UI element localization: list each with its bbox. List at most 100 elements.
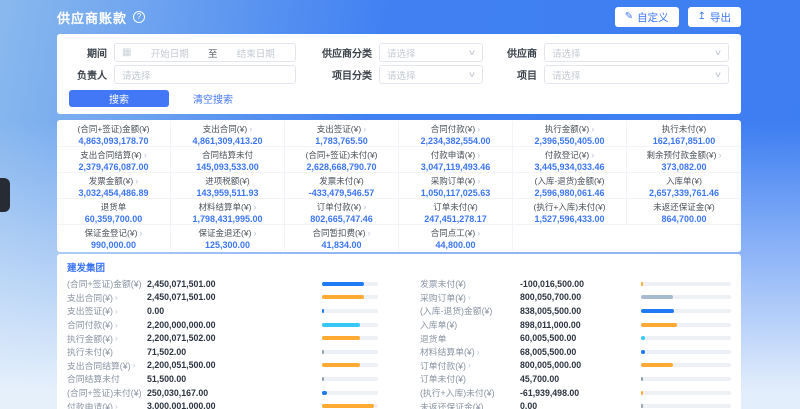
detail-row[interactable]: 支出合同(¥)› 2,450,071,501.00 [67,291,378,305]
progress-bar-fill [641,363,673,367]
supplier-category-select[interactable]: 请选择 ∨ [379,43,483,62]
end-date-placeholder[interactable]: 结束日期 [223,46,288,60]
metric-card[interactable]: 退货单› 60,359,700.00 [57,199,171,225]
metric-card[interactable]: 付款登记(¥)› 3,445,934,033.46 [513,147,627,173]
detail-row[interactable]: 付款申请(¥)› 3,000,001,000.00 [67,399,378,409]
metric-value: 4,863,093,178.70 [57,135,170,147]
metric-card[interactable]: 支出合同结算(¥)› 2,379,476,087.00 [57,147,171,173]
group-link[interactable]: 建发集团 [67,260,731,274]
titlebar: 供应商账款 ? ✎ 自定义 ↥ 导出 [57,0,741,34]
metrics-panel: (合同+签证)金额(¥)› 4,863,093,178.70 支出合同(¥)› … [57,120,741,252]
metric-card[interactable]: 支出合同(¥)› 4,861,309,413.20 [171,121,285,147]
progress-bar [322,391,378,395]
detail-row-value: 45,700.00 [520,374,641,384]
customize-button[interactable]: ✎ 自定义 [615,7,679,27]
detail-row[interactable]: 订单付款(¥)› 800,005,000.00 [420,359,731,373]
progress-bar [641,391,731,395]
metric-card[interactable]: 订单未付(¥)› 247,451,278.17 [399,199,513,225]
metric-card[interactable]: 未返还保证金(¥)› 864,700.00 [627,199,741,225]
metric-card[interactable]: 合同结算未付› 145,093,533.00 [171,147,285,173]
metric-label: 订单付款(¥)› [285,202,398,213]
detail-row-label: (执行+入库)未付(¥)› [420,386,520,399]
metric-value: -433,479,546.57 [285,187,398,199]
clear-search-link[interactable]: 清空搜索 [193,91,233,106]
progress-bar-fill [322,309,324,313]
export-icon: ↥ [698,12,706,22]
detail-row-label: 支出合同结算(¥)› [67,359,147,372]
progress-bar-fill [641,323,677,327]
detail-row-label: (合同+签证)未付(¥)› [67,386,147,399]
supplier-select[interactable]: 请选择 ∨ [544,43,729,62]
detail-row[interactable]: 采购订单(¥)› 800,050,700.00 [420,291,731,305]
metric-card[interactable]: 进项税额(¥)› 143,959,511.93 [171,173,285,199]
detail-row[interactable]: 执行金额(¥)› 2,200,071,502.00 [67,331,378,345]
calendar-icon: ▦ [122,47,131,58]
detail-row[interactable]: 订单未付(¥)› 45,700.00 [420,372,731,386]
metric-card[interactable]: 发票金额(¥)› 3,032,454,486.89 [57,173,171,199]
detail-row[interactable]: 合同结算未付› 51,500.00 [67,372,378,386]
metric-label: 合同暂扣费(¥)› [285,228,398,239]
detail-row[interactable]: 执行未付(¥)› 71,502.00 [67,345,378,359]
chevron-right-icon: › [367,228,370,238]
search-button[interactable]: 搜索 [69,90,169,107]
metric-card[interactable]: 合同付款(¥)› 2,234,382,554.00 [399,121,513,147]
metric-card[interactable]: 保证金登记(¥)› 990,000.00 [57,225,171,251]
start-date-placeholder[interactable]: 开始日期 [137,46,202,60]
metric-value: 1,798,431,995.00 [171,213,284,225]
detail-column-right: 发票未付(¥)› -100,016,500.00 采购订单(¥)› 800,05… [406,277,731,409]
detail-row-value: 2,200,000,000.00 [147,320,322,330]
metric-label: 执行金额(¥)› [513,124,626,135]
metric-card[interactable]: 合同暂扣费(¥)› 41,834.00 [285,225,399,251]
detail-row[interactable]: 支出合同结算(¥)› 2,200,051,500.00 [67,359,378,373]
detail-row-value: 2,200,071,502.00 [147,333,322,343]
detail-row[interactable]: (合同+签证)未付(¥)› 250,030,167.00 [67,386,378,400]
metric-card[interactable]: (入库-退货)金额(¥)› 2,596,980,061.46 [513,173,627,199]
detail-row[interactable]: (执行+入库)未付(¥)› -61,939,498.00 [420,386,731,400]
metric-label: 执行未付(¥)› [627,124,741,135]
metric-card[interactable]: 执行未付(¥)› 162,167,851.00 [627,121,741,147]
metric-card[interactable]: 支出签证(¥)› 1,783,765.50 [285,121,399,147]
metric-value: 145,093,533.00 [171,161,284,173]
progress-bar [641,309,731,313]
metric-card[interactable]: 材料结算单(¥)› 1,798,431,995.00 [171,199,285,225]
detail-row[interactable]: 支出签证(¥)› 0.00 [67,304,378,318]
help-icon[interactable]: ? [133,11,145,23]
progress-bar-fill [322,404,374,408]
metric-label: 合同付款(¥)› [399,124,512,135]
metric-card[interactable]: 订单付款(¥)› 802,665,747.46 [285,199,399,225]
metric-card[interactable]: 剩余预付款金额(¥)› 373,082.00 [627,147,741,173]
metric-card[interactable]: 采购订单(¥)› 1,050,117,025.63 [399,173,513,199]
progress-bar [641,404,731,408]
metric-card[interactable]: (合同+签证)金额(¥)› 4,863,093,178.70 [57,121,171,147]
detail-row[interactable]: 材料结算单(¥)› 68,005,500.00 [420,345,731,359]
detail-row[interactable]: 发票未付(¥)› -100,016,500.00 [420,277,731,291]
chevron-right-icon: › [135,176,138,186]
chevron-right-icon: › [477,347,480,357]
metric-card[interactable]: 发票未付(¥)› -433,479,546.57 [285,173,399,199]
detail-row[interactable]: (入库-退货)金额(¥)› 838,005,500.00 [420,304,731,318]
metric-card[interactable]: 付款申请(¥)› 3,047,119,493.46 [399,147,513,173]
detail-row[interactable]: 未返还保证金(¥)› 0.00 [420,399,731,409]
period-label: 期间 [69,45,107,60]
drawer-handle[interactable] [0,178,10,212]
detail-row-label: 支出合同(¥)› [67,291,147,304]
metric-card[interactable]: 入库单(¥)› 2,657,339,761.46 [627,173,741,199]
progress-bar-fill [641,309,674,313]
export-button[interactable]: ↥ 导出 [688,7,741,27]
metric-card[interactable]: 执行金额(¥)› 2,396,550,405.00 [513,121,627,147]
detail-column-left: (合同+签证)金额(¥)› 2,450,071,501.00 支出合同(¥)› … [67,277,406,409]
detail-row[interactable]: (合同+签证)金额(¥)› 2,450,071,501.00 [67,277,378,291]
detail-row[interactable]: 入库单(¥)› 898,011,000.00 [420,318,731,332]
metric-card[interactable]: 合同点工(¥)› 44,800.00 [399,225,513,251]
project-category-select[interactable]: 请选择 ∨ [379,65,483,84]
detail-row[interactable]: 退货单› 60,005,500.00 [420,331,731,345]
detail-row-value: 2,450,071,501.00 [147,279,322,289]
metric-card[interactable]: (执行+入库)未付(¥)› 1,527,596,433.00 [513,199,627,225]
metric-card[interactable]: (合同+签证)未付(¥)› 2,628,668,790.70 [285,147,399,173]
project-select[interactable]: 请选择 ∨ [544,65,729,84]
detail-row[interactable]: 合同付款(¥)› 2,200,000,000.00 [67,318,378,332]
date-range-input[interactable]: ▦ 开始日期 至 结束日期 [114,43,296,62]
metric-value: 2,379,476,087.00 [57,161,170,173]
metric-card[interactable]: 保证金退还(¥)› 125,300.00 [171,225,285,251]
owner-select[interactable]: 请选择 [114,65,296,84]
